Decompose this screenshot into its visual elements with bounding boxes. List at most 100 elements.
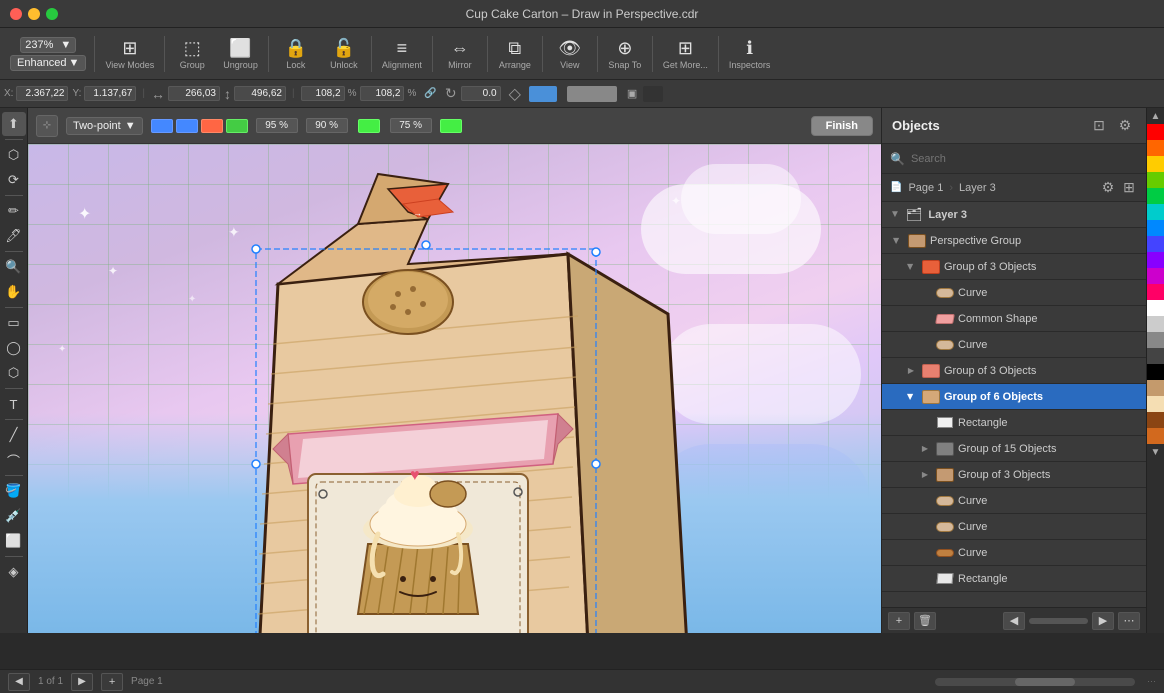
palette-color-violet[interactable]: [1147, 252, 1164, 268]
tree-item-curve-5[interactable]: ▶ Curve: [882, 540, 1146, 566]
layer-settings-button[interactable]: ⚙: [1099, 179, 1117, 197]
opacity-1-input[interactable]: [256, 118, 298, 133]
palette-color-gray[interactable]: [1147, 332, 1164, 348]
horizontal-scroll-thumb[interactable]: [1015, 678, 1075, 686]
inspectors-button[interactable]: ℹ Inspectors: [723, 31, 777, 77]
layer-expand-button[interactable]: ⊞: [1120, 179, 1138, 197]
tree-item-curve-1[interactable]: ▶ Curve: [882, 280, 1146, 306]
palette-color-lightgray[interactable]: [1147, 316, 1164, 332]
rectangle-tool[interactable]: ▭: [2, 311, 26, 335]
pen-tool[interactable]: 🖊: [2, 224, 26, 248]
panel-expand-button[interactable]: ⊡: [1088, 115, 1110, 137]
snap-to-button[interactable]: ⊕ Snap To: [602, 31, 648, 77]
palette-color-blue2[interactable]: [1147, 236, 1164, 252]
palette-color-wheat[interactable]: [1147, 396, 1164, 412]
alignment-button[interactable]: ≡ Alignment: [376, 31, 428, 77]
fill-tool[interactable]: 🪣: [2, 479, 26, 503]
group-button[interactable]: ⬚ Group: [169, 31, 215, 77]
palette-color-magenta[interactable]: [1147, 268, 1164, 284]
tree-item-rectangle-2[interactable]: ▶ Rectangle: [882, 566, 1146, 592]
opacity-2-input[interactable]: [306, 118, 348, 133]
view-modes-button[interactable]: ⊞ View Modes: [99, 31, 160, 77]
tree-item-group3-1[interactable]: ▶ Group of 3 Objects: [882, 254, 1146, 280]
palette-color-black[interactable]: [1147, 364, 1164, 380]
select-tool[interactable]: ⬆: [2, 112, 26, 136]
page-next-button[interactable]: ▶: [71, 673, 93, 691]
polygon-tool[interactable]: ⬡: [2, 361, 26, 385]
scale-h-input[interactable]: [360, 86, 404, 101]
tree-item-perspective-group[interactable]: ▶ Perspective Group: [882, 228, 1146, 254]
line-tool[interactable]: ╱: [2, 423, 26, 447]
pan-tool[interactable]: ✋: [2, 280, 26, 304]
scroll-right-button[interactable]: ▶: [1092, 612, 1114, 630]
palette-color-white[interactable]: [1147, 300, 1164, 316]
zoom-tool[interactable]: 🔍: [2, 255, 26, 279]
tree-item-group6[interactable]: ▶ Group of 6 Objects: [882, 384, 1146, 410]
x-input[interactable]: [16, 86, 68, 101]
palette-color-cyan[interactable]: [1147, 204, 1164, 220]
palette-color-yellow[interactable]: [1147, 156, 1164, 172]
mirror-button[interactable]: ⇔ Mirror: [437, 31, 483, 77]
freehand-tool[interactable]: ✏: [2, 199, 26, 223]
canvas-area[interactable]: ⊹ Two-point ▼ Finish: [28, 108, 881, 633]
tree-item-curve-2[interactable]: ▶ Curve: [882, 332, 1146, 358]
y-input[interactable]: [84, 86, 136, 101]
ellipse-tool[interactable]: ◯: [2, 336, 26, 360]
scroll-left-button[interactable]: ◀: [1003, 612, 1025, 630]
node-tool[interactable]: ⬡: [2, 143, 26, 167]
palette-color-chocolate[interactable]: [1147, 428, 1164, 444]
palette-color-orange[interactable]: [1147, 140, 1164, 156]
tree-item-group3-2[interactable]: ▶ Group of 3 Objects: [882, 358, 1146, 384]
connector-tool[interactable]: ⌒: [2, 448, 26, 472]
tree-item-group15[interactable]: ▶ Group of 15 Objects: [882, 436, 1146, 462]
add-page-button[interactable]: +: [101, 673, 123, 691]
transform-tool[interactable]: ⟳: [2, 168, 26, 192]
arrange-button[interactable]: ⧉ Arrange: [492, 31, 538, 77]
tree-item-common-shape[interactable]: ▶ Common Shape: [882, 306, 1146, 332]
width-input[interactable]: [168, 86, 220, 101]
ungroup-button[interactable]: ⬜ Ungroup: [217, 31, 264, 77]
page-prev-button[interactable]: ◀: [8, 673, 30, 691]
panel-settings-button[interactable]: ⚙: [1114, 115, 1136, 137]
tree-item-group3-3[interactable]: ▶ Group of 3 Objects: [882, 462, 1146, 488]
palette-scroll-down[interactable]: ▼: [1147, 444, 1164, 460]
horizontal-scrollbar[interactable]: [1029, 618, 1088, 624]
perspective-mode-dropdown[interactable]: Two-point ▼: [66, 117, 143, 135]
zoom-dropdown[interactable]: 237% ▼: [20, 37, 76, 53]
palette-color-blue[interactable]: [1147, 220, 1164, 236]
tree-item-curve-3[interactable]: ▶ Curve: [882, 488, 1146, 514]
eyedropper-tool[interactable]: 💉: [2, 504, 26, 528]
tree-item-curve-4[interactable]: ▶ Curve: [882, 514, 1146, 540]
palette-color-pink[interactable]: [1147, 284, 1164, 300]
minimize-button[interactable]: [28, 8, 40, 20]
opacity-3-input[interactable]: [390, 118, 432, 133]
more-options-button[interactable]: ⋯: [1118, 612, 1140, 630]
palette-color-green2[interactable]: [1147, 188, 1164, 204]
palette-color-green[interactable]: [1147, 172, 1164, 188]
palette-color-darkgray[interactable]: [1147, 348, 1164, 364]
drawing-canvas[interactable]: ✦ ✦ ✦ ✦ ✦ ✦ →: [28, 144, 881, 633]
rotation-input[interactable]: [461, 86, 501, 101]
eraser-tool[interactable]: ⬜: [2, 529, 26, 553]
palette-color-tan[interactable]: [1147, 380, 1164, 396]
close-button[interactable]: [10, 8, 22, 20]
add-layer-button[interactable]: +: [888, 612, 910, 630]
height-input[interactable]: [234, 86, 286, 101]
palette-scroll-up[interactable]: ▲: [1147, 108, 1164, 124]
text-tool[interactable]: T: [2, 392, 26, 416]
lock-button[interactable]: 🔒 Lock: [273, 31, 319, 77]
view-button[interactable]: 👁 View: [547, 31, 593, 77]
lock-icon: 🔒: [285, 38, 307, 59]
scale-w-input[interactable]: [301, 86, 345, 101]
search-input[interactable]: [911, 153, 1138, 165]
maximize-button[interactable]: [46, 8, 58, 20]
palette-color-brown[interactable]: [1147, 412, 1164, 428]
finish-button[interactable]: Finish: [811, 116, 873, 136]
unlock-button[interactable]: 🔓 Unlock: [321, 31, 367, 77]
get-more-button[interactable]: ⊞ Get More...: [657, 31, 714, 77]
tree-item-rectangle-1[interactable]: ▶ Rectangle: [882, 410, 1146, 436]
delete-layer-button[interactable]: 🗑: [914, 612, 936, 630]
enhanced-button[interactable]: Enhanced ▼: [10, 55, 86, 71]
shadow-tool[interactable]: ◈: [2, 560, 26, 584]
palette-color-red[interactable]: [1147, 124, 1164, 140]
